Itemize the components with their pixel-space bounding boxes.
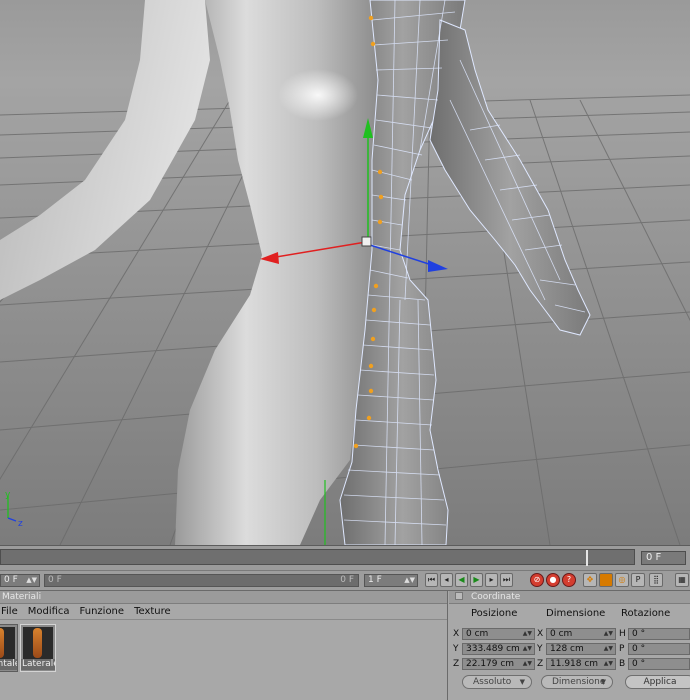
z-axis-arrow-icon [428, 260, 448, 272]
start-frame-field[interactable]: 0 F ▲▼ [0, 574, 40, 587]
position-y-field[interactable]: 333.489 cm ▲▼ [462, 643, 535, 655]
rotation-key-icon[interactable]: ◎ [615, 573, 629, 587]
stepper-icon[interactable]: ▲▼ [523, 659, 532, 669]
next-key-icon[interactable]: ▸ [485, 573, 498, 587]
material-label: Laterale [21, 659, 55, 670]
dimension-x-field[interactable]: 0 cm ▲▼ [546, 628, 616, 640]
stepper-icon[interactable]: ▲▼ [523, 629, 532, 639]
chevron-down-icon: ▼ [519, 678, 525, 686]
play-forward-icon[interactable]: ▶ [470, 573, 483, 587]
go-to-end-icon[interactable]: ⏭ [500, 573, 513, 587]
panel-lock-checkbox[interactable] [455, 592, 463, 600]
svg-text:y: y [5, 490, 11, 500]
record-keys-icon[interactable]: ⊘ [530, 573, 544, 587]
menu-file[interactable]: File [1, 606, 18, 617]
timeline-track[interactable] [0, 549, 635, 566]
preview-range-slider[interactable]: 0 F 0 F [44, 574, 359, 587]
menu-funzione[interactable]: Funzione [80, 606, 125, 617]
material-label: Frontale [0, 659, 17, 670]
keyframe-selection-icon[interactable]: ? [562, 573, 576, 587]
coord-row-z: Z 22.179 cm ▲▼ Z 11.918 cm ▲▼ B 0 ° [453, 658, 690, 671]
transport-bar: 0 F ▲▼ 0 F 0 F 1 F ▲▼ ⏮ ◂ ◀ ▶ ▸ ⏭ ⊘ ● ? ✥ … [0, 570, 690, 590]
coord-row-x: X 0 cm ▲▼ X 0 cm ▲▼ H 0 ° [453, 628, 690, 641]
autokey-icon[interactable]: ● [546, 573, 560, 587]
3d-viewport[interactable]: y z [0, 0, 690, 545]
timeline[interactable]: 0 F [0, 545, 690, 570]
materials-menubar: File Modifica Funzione Texture [0, 604, 447, 620]
world-axis-indicator: y z [5, 490, 23, 529]
scale-key-icon[interactable] [599, 573, 613, 587]
rotation-column-header: Rotazione [621, 608, 671, 619]
position-z-field[interactable]: 22.179 cm ▲▼ [462, 658, 535, 670]
position-key-icon[interactable]: ✥ [583, 573, 597, 587]
material-preview [23, 627, 53, 659]
dimension-column-header: Dimensione [546, 608, 606, 619]
left-arm [0, 0, 210, 300]
rotation-p-field[interactable]: 0 ° [628, 643, 690, 655]
coord-row-y: Y 333.489 cm ▲▼ Y 128 cm ▲▼ P 0 ° [453, 643, 690, 656]
stepper-icon[interactable]: ▲▼ [404, 575, 415, 586]
go-to-start-icon[interactable]: ⏮ [425, 573, 438, 587]
coordinates-panel-title: Coordinate [449, 591, 690, 604]
gizmo-center [361, 236, 372, 247]
rotation-h-field[interactable]: 0 ° [628, 628, 690, 640]
range-start-label: 0 F [48, 575, 62, 585]
svg-text:z: z [18, 519, 23, 529]
rotation-b-field[interactable]: 0 ° [628, 658, 690, 670]
play-backward-icon[interactable]: ◀ [455, 573, 468, 587]
materials-manager: Materiali File Modifica Funzione Texture… [0, 591, 448, 700]
current-frame-display: 0 F [641, 551, 686, 565]
dimension-y-field[interactable]: 128 cm ▲▼ [546, 643, 616, 655]
menu-modifica[interactable]: Modifica [28, 606, 70, 617]
stepper-icon[interactable]: ▲▼ [604, 644, 613, 654]
chest-highlight [278, 69, 358, 121]
materials-panel-title: Materiali [0, 591, 447, 604]
apply-button[interactable]: Applica [625, 675, 690, 689]
bottom-panels: Materiali File Modifica Funzione Texture… [0, 590, 690, 700]
viewport-scene[interactable]: y z [0, 0, 690, 545]
stepper-icon[interactable]: ▲▼ [523, 644, 532, 654]
menu-texture[interactable]: Texture [134, 606, 171, 617]
coordinates-manager: Coordinate Posizione Dimensione Rotazion… [449, 591, 690, 700]
range-end-label: 0 F [340, 575, 354, 585]
material-laterale[interactable]: Laterale [20, 624, 56, 672]
dimension-z-field[interactable]: 11.918 cm ▲▼ [546, 658, 616, 670]
position-column-header: Posizione [471, 608, 518, 619]
point-level-key-icon[interactable]: ⣿ [649, 573, 663, 587]
parameter-key-icon[interactable]: P [631, 573, 645, 587]
stepper-icon[interactable]: ▲▼ [604, 659, 613, 669]
timeline-options-icon[interactable]: ▦ [675, 573, 689, 587]
size-mode-dropdown[interactable]: Dimensione ▼ [541, 675, 613, 689]
timeline-playhead[interactable] [586, 550, 588, 566]
material-preview [0, 627, 15, 659]
position-x-field[interactable]: 0 cm ▲▼ [462, 628, 535, 640]
chevron-down-icon: ▼ [600, 678, 606, 686]
end-frame-field[interactable]: 1 F ▲▼ [364, 574, 418, 587]
previous-key-icon[interactable]: ◂ [440, 573, 453, 587]
material-frontale[interactable]: Frontale [0, 624, 18, 672]
stepper-icon[interactable]: ▲▼ [26, 575, 37, 586]
stepper-icon[interactable]: ▲▼ [604, 629, 613, 639]
coordinate-mode-dropdown[interactable]: Assoluto ▼ [462, 675, 532, 689]
